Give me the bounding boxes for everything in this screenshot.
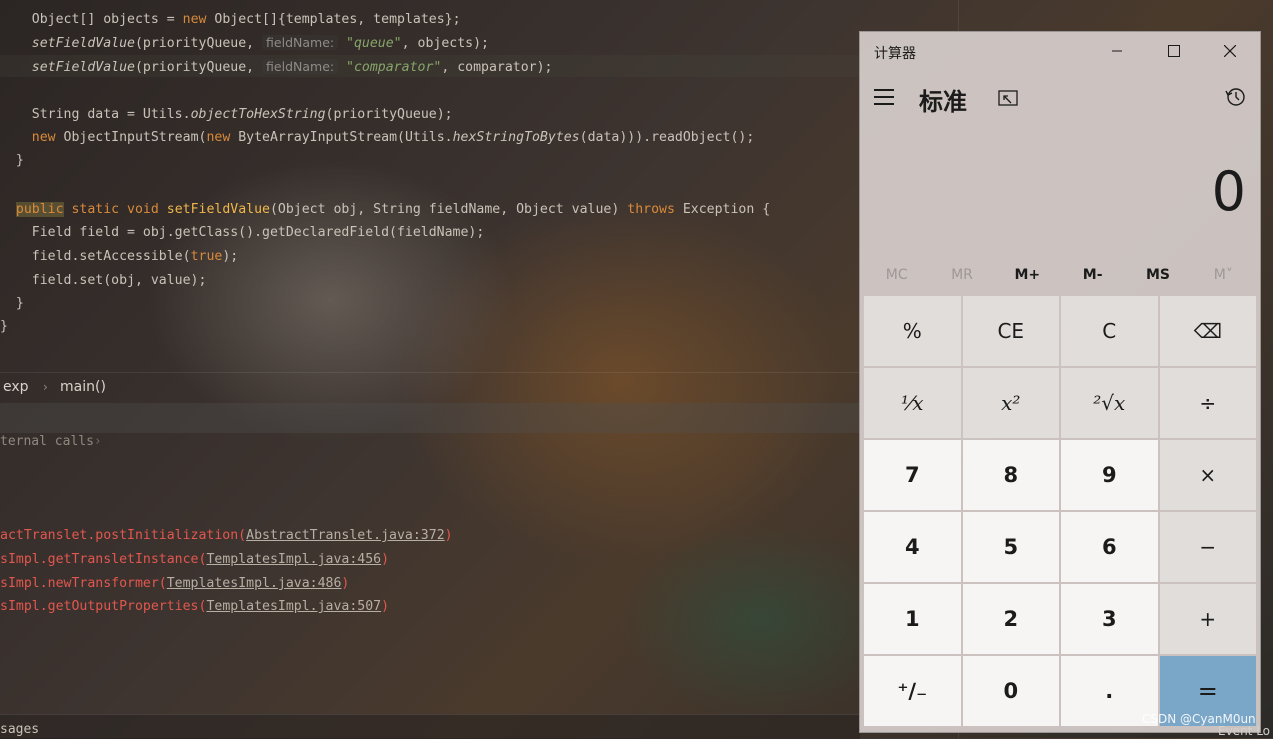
digit-4-button[interactable]: 4 bbox=[864, 512, 961, 582]
digit-2-button[interactable]: 2 bbox=[962, 584, 1059, 654]
code-line-1[interactable]: Object[] objects = new Object[]{template… bbox=[0, 8, 461, 31]
history-icon[interactable] bbox=[1224, 86, 1246, 108]
code-line-14[interactable]: } bbox=[0, 315, 8, 338]
code-line-3[interactable]: setFieldValue(priorityQueue, fieldName: … bbox=[0, 55, 552, 78]
param-hint: fieldName: bbox=[262, 35, 339, 50]
result-display: 0 bbox=[1211, 160, 1246, 223]
code-line-7[interactable]: } bbox=[0, 149, 24, 172]
calculator-titlebar[interactable]: 计算器 bbox=[860, 32, 1260, 70]
digit-8-button[interactable]: 8 bbox=[962, 440, 1059, 510]
code-line-2[interactable]: setFieldValue(priorityQueue, fieldName: … bbox=[0, 31, 489, 54]
digit-1-button[interactable]: 1 bbox=[864, 584, 961, 654]
memory-row: MC MR M+ M- MS M˅ bbox=[864, 258, 1256, 292]
stack-trace-line: sImpl.newTransformer(TemplatesImpl.java:… bbox=[0, 576, 350, 591]
mode-header: 标准 bbox=[860, 74, 1260, 122]
square-button[interactable]: x² bbox=[962, 368, 1059, 438]
window-title: 计算器 bbox=[874, 46, 916, 62]
memory-store-button[interactable]: MS bbox=[1125, 258, 1190, 292]
param-hint: fieldName: bbox=[262, 59, 339, 74]
code-line-11[interactable]: field.setAccessible(true); bbox=[0, 245, 238, 268]
breadcrumb-method[interactable]: main() bbox=[60, 379, 106, 395]
backspace-button[interactable]: ⌫ bbox=[1159, 296, 1256, 366]
percent-button[interactable]: % bbox=[864, 296, 961, 366]
breadcrumb: exp › main() bbox=[0, 372, 860, 403]
digit-3-button[interactable]: 3 bbox=[1061, 584, 1158, 654]
digit-9-button[interactable]: 9 bbox=[1061, 440, 1158, 510]
close-button[interactable] bbox=[1202, 32, 1258, 70]
memory-add-button[interactable]: M+ bbox=[995, 258, 1060, 292]
code-line-6[interactable]: new ObjectInputStream(new ByteArrayInput… bbox=[0, 126, 755, 149]
code-line-9[interactable]: public static void setFieldValue(Object … bbox=[0, 198, 770, 221]
digit-7-button[interactable]: 7 bbox=[864, 440, 961, 510]
calculator-window: 计算器 标准 0 MC MR M+ M- MS M˅ % CE C ⌫ ⅟x x… bbox=[859, 31, 1261, 733]
reciprocal-button[interactable]: ⅟x bbox=[864, 368, 961, 438]
plus-button[interactable]: + bbox=[1159, 584, 1256, 654]
event-log-tab[interactable]: Event Lo bbox=[1218, 724, 1270, 738]
menu-icon[interactable] bbox=[874, 84, 896, 110]
stack-trace-line: actTranslet.postInitialization(AbstractT… bbox=[0, 528, 453, 543]
stack-trace-line: sImpl.getOutputProperties(TemplatesImpl.… bbox=[0, 599, 390, 614]
minimize-icon bbox=[1112, 50, 1122, 52]
memory-subtract-button[interactable]: M- bbox=[1060, 258, 1125, 292]
code-line-13[interactable]: } bbox=[0, 292, 24, 315]
keep-on-top-icon[interactable] bbox=[998, 88, 1018, 108]
external-calls-fold[interactable]: ternal calls› bbox=[0, 434, 102, 449]
negate-button[interactable]: ⁺∕₋ bbox=[864, 656, 961, 726]
digit-0-button[interactable]: 0 bbox=[962, 656, 1059, 726]
memory-clear-button[interactable]: MC bbox=[864, 258, 929, 292]
memory-list-button[interactable]: M˅ bbox=[1191, 258, 1256, 292]
minimize-button[interactable] bbox=[1089, 32, 1145, 70]
source-link[interactable]: TemplatesImpl.java:507 bbox=[206, 599, 381, 614]
source-link[interactable]: TemplatesImpl.java:486 bbox=[167, 576, 342, 591]
close-icon bbox=[1224, 45, 1236, 57]
mode-title: 标准 bbox=[919, 88, 967, 116]
source-link[interactable]: TemplatesImpl.java:456 bbox=[206, 552, 381, 567]
code-line-12[interactable]: field.set(obj, value); bbox=[0, 269, 207, 292]
clear-entry-button[interactable]: CE bbox=[962, 296, 1059, 366]
keypad: % CE C ⌫ ⅟x x² ²√x ÷ 7 8 9 × 4 5 6 − 1 2… bbox=[864, 296, 1256, 726]
source-link[interactable]: AbstractTranslet.java:372 bbox=[246, 528, 445, 543]
digit-6-button[interactable]: 6 bbox=[1061, 512, 1158, 582]
messages-tab[interactable]: sages bbox=[0, 722, 39, 737]
bottom-tool-bar: sages bbox=[0, 714, 860, 739]
multiply-button[interactable]: × bbox=[1159, 440, 1256, 510]
run-toolbar-band bbox=[0, 403, 860, 433]
maximize-button[interactable] bbox=[1146, 32, 1202, 70]
memory-recall-button[interactable]: MR bbox=[929, 258, 994, 292]
stack-trace-line: sImpl.getTransletInstance(TemplatesImpl.… bbox=[0, 552, 390, 567]
minus-button[interactable]: − bbox=[1159, 512, 1256, 582]
clear-button[interactable]: C bbox=[1061, 296, 1158, 366]
digit-5-button[interactable]: 5 bbox=[962, 512, 1059, 582]
divide-button[interactable]: ÷ bbox=[1159, 368, 1256, 438]
chevron-right-icon: › bbox=[43, 380, 48, 394]
code-line-10[interactable]: Field field = obj.getClass().getDeclared… bbox=[0, 221, 485, 244]
breadcrumb-class[interactable]: exp bbox=[3, 379, 29, 395]
square-root-button[interactable]: ²√x bbox=[1061, 368, 1158, 438]
code-line-5[interactable]: String data = Utils.objectToHexString(pr… bbox=[0, 103, 453, 126]
maximize-icon bbox=[1168, 45, 1180, 57]
